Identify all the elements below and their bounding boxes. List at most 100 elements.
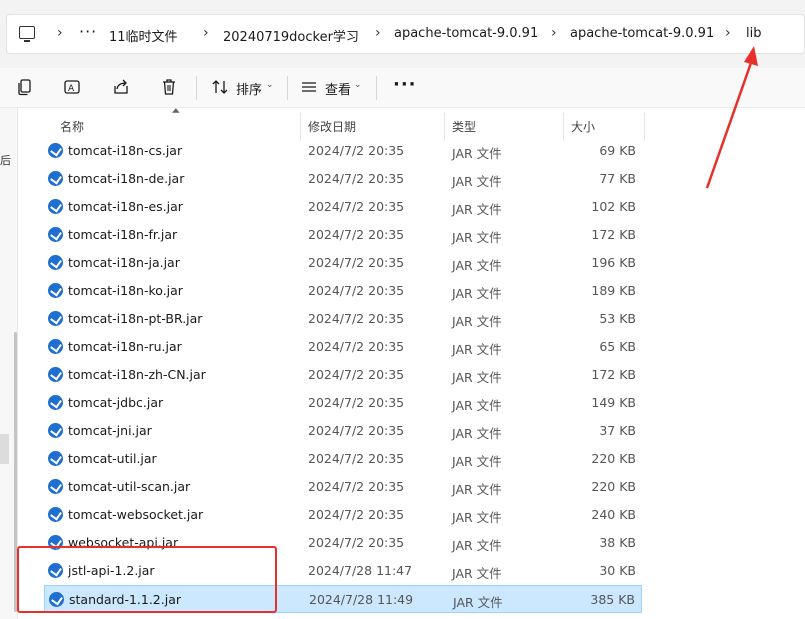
file-row[interactable]: tomcat-i18n-fr.jar 2024/7/2 20:35 JAR 文件 17… <box>44 221 642 249</box>
breadcrumb-overflow-button[interactable]: ··· <box>79 22 97 41</box>
file-name: tomcat-jni.jar <box>68 423 152 438</box>
file-type: JAR 文件 <box>452 314 502 329</box>
jar-file-icon <box>48 423 63 438</box>
file-size: 172 KB <box>591 227 636 242</box>
file-name: tomcat-jdbc.jar <box>68 395 164 410</box>
share-icon[interactable] <box>112 78 130 96</box>
view-button[interactable]: 查看 <box>325 79 351 98</box>
file-size: 172 KB <box>591 367 636 382</box>
file-name: tomcat-i18n-fr.jar <box>68 227 178 242</box>
file-type: JAR 文件 <box>452 286 502 301</box>
file-row[interactable]: tomcat-i18n-ko.jar 2024/7/2 20:35 JAR 文件 18… <box>44 277 642 305</box>
copy-icon[interactable] <box>16 78 34 96</box>
file-row[interactable]: tomcat-jni.jar 2024/7/2 20:35 JAR 文件 37 KB <box>44 417 642 445</box>
chevron-right-icon[interactable]: › <box>203 25 209 41</box>
nav-item-fragment[interactable]: 后 <box>0 152 11 168</box>
file-modified-date: 2024/7/2 20:35 <box>308 171 405 186</box>
file-type: JAR 文件 <box>452 482 502 497</box>
file-size: 385 KB <box>590 592 635 607</box>
file-name: tomcat-i18n-de.jar <box>68 171 185 186</box>
file-modified-date: 2024/7/2 20:35 <box>308 143 405 158</box>
file-row[interactable]: tomcat-i18n-es.jar 2024/7/2 20:35 JAR 文件 10… <box>44 193 642 221</box>
file-size: 65 KB <box>599 339 636 354</box>
file-type: JAR 文件 <box>452 538 502 553</box>
chevron-down-icon[interactable]: ⌄ <box>266 80 274 90</box>
file-modified-date: 2024/7/28 11:47 <box>308 563 413 578</box>
file-type: JAR 文件 <box>452 566 502 581</box>
file-name: tomcat-i18n-cs.jar <box>68 143 183 158</box>
file-size: 220 KB <box>591 451 636 466</box>
file-modified-date: 2024/7/2 20:35 <box>308 367 405 382</box>
file-name: tomcat-websocket.jar <box>68 507 204 522</box>
chevron-right-icon[interactable]: › <box>725 25 731 41</box>
nav-scrollbar-thumb[interactable] <box>0 434 9 464</box>
view-icon[interactable] <box>300 78 318 96</box>
jar-file-icon <box>48 199 63 214</box>
file-modified-date: 2024/7/2 20:35 <box>308 227 405 242</box>
file-row[interactable]: tomcat-util-scan.jar 2024/7/2 20:35 JAR 文件… <box>44 473 642 501</box>
file-row[interactable]: tomcat-i18n-ja.jar 2024/7/2 20:35 JAR 文件 19… <box>44 249 642 277</box>
chevron-right-icon[interactable]: › <box>375 25 381 41</box>
file-size: 149 KB <box>591 395 636 410</box>
file-name: tomcat-util-scan.jar <box>68 479 191 494</box>
computer-icon[interactable] <box>19 26 35 42</box>
sort-button[interactable]: 排序 <box>236 79 262 98</box>
jar-file-icon <box>48 255 63 270</box>
file-name: tomcat-i18n-es.jar <box>68 199 183 214</box>
more-options-button[interactable]: ··· <box>393 74 417 95</box>
toolbar-divider <box>196 76 197 100</box>
file-row[interactable]: tomcat-jdbc.jar 2024/7/2 20:35 JAR 文件 149 K… <box>44 389 642 417</box>
jar-file-icon <box>48 283 63 298</box>
file-modified-date: 2024/7/2 20:35 <box>308 395 405 410</box>
file-row[interactable]: tomcat-i18n-ru.jar 2024/7/2 20:35 JAR 文件 65… <box>44 333 642 361</box>
file-name: tomcat-i18n-ja.jar <box>68 255 180 270</box>
file-modified-date: 2024/7/2 20:35 <box>308 283 405 298</box>
chevron-right-icon[interactable]: › <box>57 25 63 41</box>
file-row[interactable]: tomcat-websocket.jar 2024/7/2 20:35 JAR 文件… <box>44 501 642 529</box>
chevron-down-icon[interactable]: ⌄ <box>354 80 362 90</box>
file-name: tomcat-i18n-zh-CN.jar <box>68 367 206 382</box>
jar-file-icon <box>48 171 63 186</box>
file-modified-date: 2024/7/2 20:35 <box>308 255 405 270</box>
sort-icon[interactable] <box>211 78 229 96</box>
file-name: tomcat-i18n-ru.jar <box>68 339 182 354</box>
breadcrumb-item[interactable]: 11临时文件 <box>109 26 178 45</box>
file-row[interactable]: tomcat-util.jar 2024/7/2 20:35 JAR 文件 220 K… <box>44 445 642 473</box>
file-row[interactable]: tomcat-i18n-cs.jar 2024/7/2 20:35 JAR 文件 69… <box>44 137 642 165</box>
file-name: tomcat-util.jar <box>68 451 157 466</box>
file-modified-date: 2024/7/2 20:35 <box>308 507 405 522</box>
file-size: 240 KB <box>591 507 636 522</box>
breadcrumb-item-current[interactable]: lib <box>746 26 761 41</box>
file-row[interactable]: tomcat-i18n-de.jar 2024/7/2 20:35 JAR 文件 77… <box>44 165 642 193</box>
file-type: JAR 文件 <box>452 202 502 217</box>
file-name: tomcat-i18n-ko.jar <box>68 283 183 298</box>
file-type: JAR 文件 <box>452 370 502 385</box>
file-modified-date: 2024/7/2 20:35 <box>308 339 405 354</box>
file-modified-date: 2024/7/2 20:35 <box>308 451 405 466</box>
file-size: 189 KB <box>591 283 636 298</box>
toolbar-divider <box>376 76 377 100</box>
address-bar[interactable]: › ··· 11临时文件 › 20240719docker学习 › apache… <box>6 14 805 54</box>
file-modified-date: 2024/7/2 20:35 <box>308 311 405 326</box>
rename-icon[interactable]: A <box>63 78 81 96</box>
toolbar-divider <box>287 76 288 100</box>
breadcrumb-item[interactable]: 20240719docker学习 <box>223 26 359 45</box>
breadcrumb-item[interactable]: apache-tomcat-9.0.91 <box>394 26 538 41</box>
delete-icon[interactable] <box>160 78 178 96</box>
file-row[interactable]: tomcat-i18n-pt-BR.jar 2024/7/2 20:35 JAR 文… <box>44 305 642 333</box>
jar-file-icon <box>48 367 63 382</box>
file-modified-date: 2024/7/2 20:35 <box>308 199 405 214</box>
navigation-pane[interactable]: 后 <box>0 108 18 619</box>
file-size: 53 KB <box>599 311 636 326</box>
file-row[interactable]: tomcat-i18n-zh-CN.jar 2024/7/2 20:35 JAR 文… <box>44 361 642 389</box>
file-name: tomcat-i18n-pt-BR.jar <box>68 311 203 326</box>
chevron-right-icon[interactable]: › <box>551 25 557 41</box>
file-type: JAR 文件 <box>452 230 502 245</box>
file-modified-date: 2024/7/28 11:49 <box>309 592 414 607</box>
file-type: JAR 文件 <box>452 454 502 469</box>
annotation-highlight-box <box>17 546 277 613</box>
file-modified-date: 2024/7/2 20:35 <box>308 479 405 494</box>
file-type: JAR 文件 <box>452 146 502 161</box>
address-bar-area: › ··· 11临时文件 › 20240719docker学习 › apache… <box>0 0 805 68</box>
breadcrumb-item[interactable]: apache-tomcat-9.0.91 <box>570 26 714 41</box>
